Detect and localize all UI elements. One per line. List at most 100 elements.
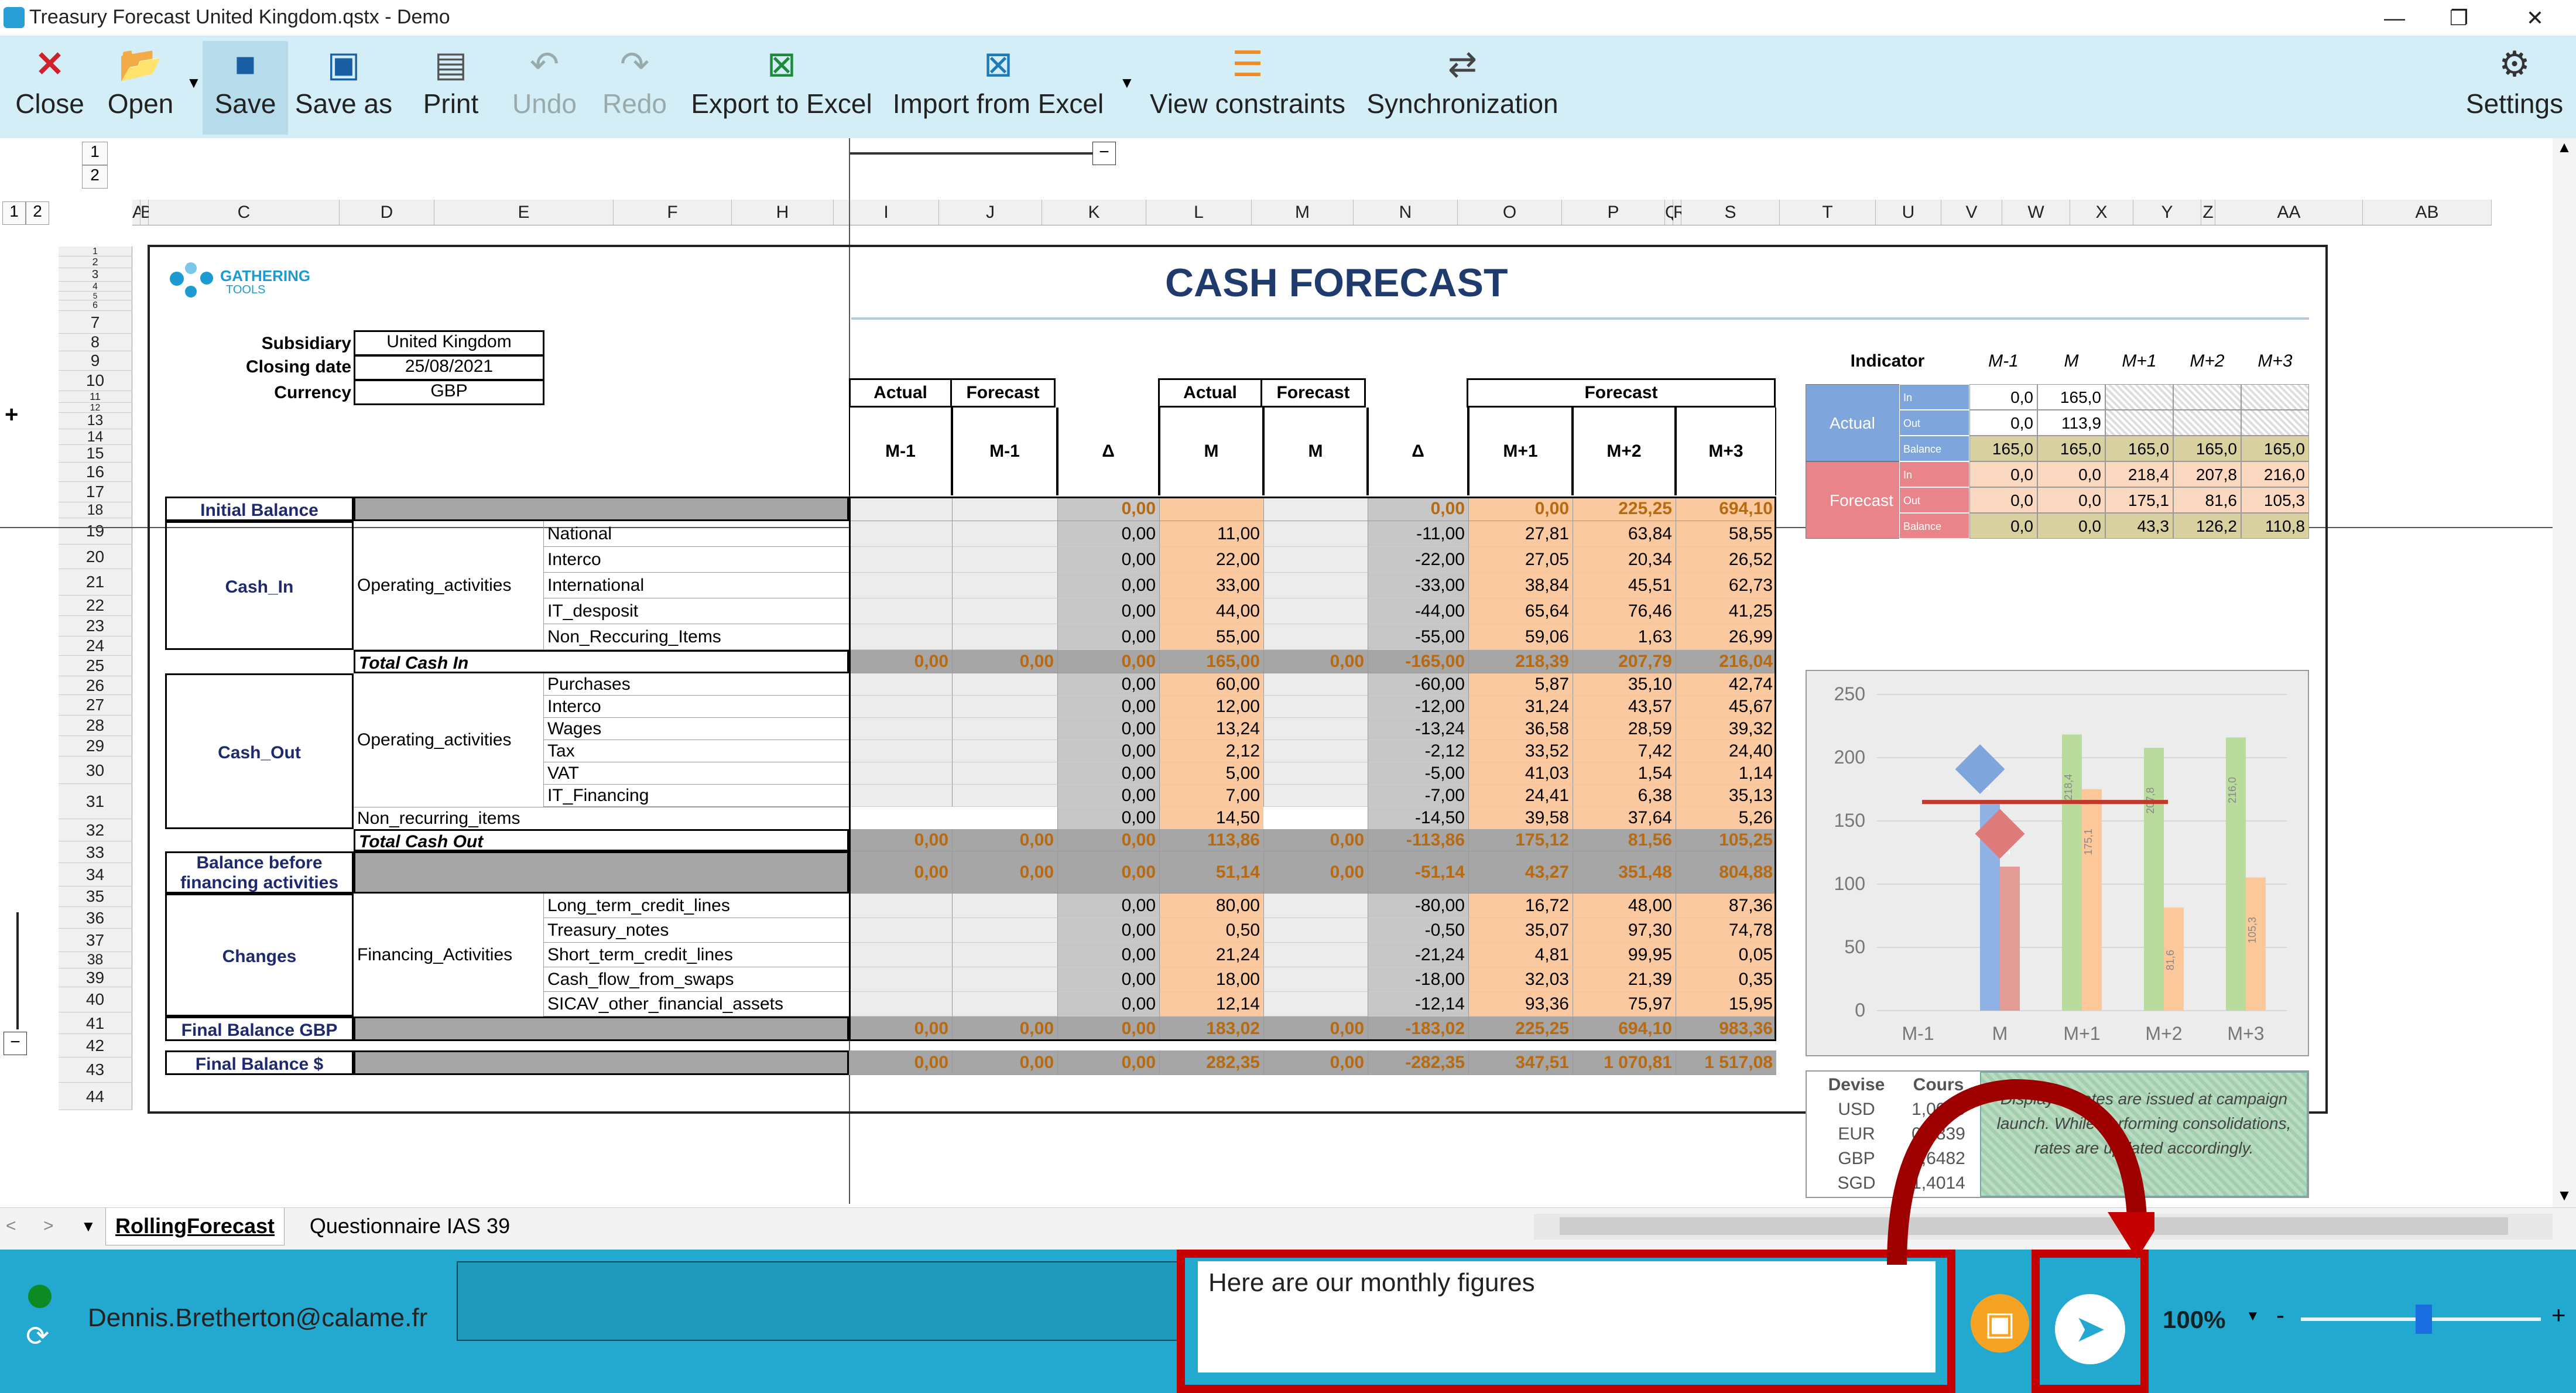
cash-in-4-K[interactable]: 55,00 [1159, 624, 1263, 650]
row-header-2[interactable]: 2 [59, 256, 132, 269]
row-header-18[interactable]: 18 [59, 502, 132, 519]
initial-balance-P[interactable]: 694,10 [1676, 497, 1776, 521]
redo-button[interactable]: ↷ Redo [594, 41, 676, 135]
export-excel-button[interactable]: ⊠ Export to Excel [685, 41, 878, 135]
row-header-33[interactable]: 33 [59, 841, 132, 864]
cash-in-1-I-empty[interactable] [952, 547, 1057, 573]
cash-out-5-K[interactable]: 7,00 [1159, 785, 1263, 807]
row-header-17[interactable]: 17 [59, 481, 132, 502]
zoom-level[interactable]: 100% [2163, 1306, 2225, 1334]
cash-in-4-P[interactable]: 26,99 [1676, 624, 1776, 650]
changes-0-H-empty[interactable] [849, 894, 952, 918]
initial-balance-O[interactable]: 225,25 [1573, 497, 1676, 521]
cash-in-1-M[interactable]: -22,00 [1368, 547, 1468, 573]
send-button[interactable]: ➤ [2055, 1294, 2125, 1364]
row-header-37[interactable]: 37 [59, 929, 132, 953]
non-recurring-P[interactable]: 5,26 [1676, 807, 1776, 829]
indicator-actual-balance-4[interactable]: 165,0 [2241, 436, 2309, 461]
outline-level-1[interactable]: 1 [82, 142, 108, 165]
vertical-scrollbar[interactable]: ▲ ▼ [2553, 138, 2576, 1207]
non-recurring-K[interactable]: 14,50 [1159, 807, 1263, 829]
cash-out-5-O[interactable]: 6,38 [1573, 785, 1676, 807]
changes-4-N[interactable]: 93,36 [1468, 992, 1573, 1016]
row-header-24[interactable]: 24 [59, 636, 132, 656]
cash-out-5-J[interactable]: 0,00 [1057, 785, 1159, 807]
final-gbp-N[interactable]: 225,25 [1468, 1016, 1573, 1041]
changes-3-L-empty[interactable] [1263, 967, 1368, 992]
total-in-P[interactable]: 216,04 [1676, 650, 1776, 673]
cash-out-3-I-empty[interactable] [952, 740, 1057, 762]
cash-out-3-N[interactable]: 33,52 [1468, 740, 1573, 762]
column-header-Y[interactable]: Y [2133, 200, 2201, 225]
cash-out-2-P[interactable]: 39,32 [1676, 718, 1776, 740]
cash-out-0-M[interactable]: -60,00 [1368, 673, 1468, 696]
cash-in-3-M[interactable]: -44,00 [1368, 598, 1468, 624]
cash-in-2-H-empty[interactable] [849, 573, 952, 598]
final-gbp-J[interactable]: 0,00 [1057, 1016, 1159, 1041]
changes-1-H-empty[interactable] [849, 918, 952, 943]
cash-out-2-L-empty[interactable] [1263, 718, 1368, 740]
tab-rollingforecast[interactable]: RollingForecast [105, 1208, 285, 1245]
indicator-forecast-balance-3[interactable]: 126,2 [2173, 513, 2241, 539]
cash-out-2-J[interactable]: 0,00 [1057, 718, 1159, 740]
open-dropdown-arrow[interactable]: ▼ [186, 74, 201, 92]
cash-out-1-H-empty[interactable] [849, 696, 952, 718]
indicator-forecast-out-2[interactable]: 175,1 [2105, 487, 2173, 513]
cash-out-5-P[interactable]: 35,13 [1676, 785, 1776, 807]
row-header-9[interactable]: 9 [59, 351, 132, 371]
balance-before-L[interactable]: 0,00 [1263, 851, 1368, 894]
view-constraints-button[interactable]: ☰ View constraints [1145, 41, 1350, 135]
cash-in-1-P[interactable]: 26,52 [1676, 547, 1776, 573]
cash-in-0-H-empty[interactable] [849, 521, 952, 547]
column-header-M[interactable]: M [1252, 200, 1354, 225]
changes-4-L-empty[interactable] [1263, 992, 1368, 1016]
row-header-12[interactable]: 12 [59, 402, 132, 413]
cash-in-2-M[interactable]: -33,00 [1368, 573, 1468, 598]
row-header-1[interactable]: 1 [59, 246, 132, 257]
changes-0-M[interactable]: -80,00 [1368, 894, 1468, 918]
outline-level-2[interactable]: 2 [82, 165, 108, 189]
changes-2-O[interactable]: 99,95 [1573, 943, 1676, 967]
total-out-N[interactable]: 175,12 [1468, 829, 1573, 851]
cash-in-3-O[interactable]: 76,46 [1573, 598, 1676, 624]
cash-in-4-J[interactable]: 0,00 [1057, 624, 1159, 650]
column-header-AA[interactable]: AA [2215, 200, 2363, 225]
column-header-U[interactable]: U [1876, 200, 1941, 225]
changes-3-J[interactable]: 0,00 [1057, 967, 1159, 992]
currency-field[interactable]: GBP [354, 379, 544, 405]
indicator-forecast-out-1[interactable]: 0,0 [2037, 487, 2105, 513]
row-header-15[interactable]: 15 [59, 444, 132, 463]
cash-out-4-I-empty[interactable] [952, 762, 1057, 785]
total-in-J[interactable]: 0,00 [1057, 650, 1159, 673]
final-usd-L[interactable]: 0,00 [1263, 1050, 1368, 1075]
cash-out-5-H-empty[interactable] [849, 785, 952, 807]
cash-in-1-O[interactable]: 20,34 [1573, 547, 1676, 573]
cash-out-1-J[interactable]: 0,00 [1057, 696, 1159, 718]
indicator-forecast-balance-2[interactable]: 43,3 [2105, 513, 2173, 539]
row-header-7[interactable]: 7 [59, 310, 132, 334]
changes-0-K[interactable]: 80,00 [1159, 894, 1263, 918]
changes-1-J[interactable]: 0,00 [1057, 918, 1159, 943]
print-button[interactable]: ▤ Print [410, 41, 492, 135]
balance-before-H[interactable]: 0,00 [849, 851, 952, 894]
cash-in-0-M[interactable]: -11,00 [1368, 521, 1468, 547]
changes-2-L-empty[interactable] [1263, 943, 1368, 967]
cash-in-2-K[interactable]: 33,00 [1159, 573, 1263, 598]
zoom-out-button[interactable]: - [2276, 1301, 2284, 1329]
final-gbp-P[interactable]: 983,36 [1676, 1016, 1776, 1041]
cash-in-1-N[interactable]: 27,05 [1468, 547, 1573, 573]
total-out-O[interactable]: 81,56 [1573, 829, 1676, 851]
cash-in-2-P[interactable]: 62,73 [1676, 573, 1776, 598]
indicator-actual-out-4[interactable] [2241, 410, 2309, 436]
scroll-up-arrow[interactable]: ▲ [2553, 138, 2576, 156]
cash-out-2-I-empty[interactable] [952, 718, 1057, 740]
row-header-39[interactable]: 39 [59, 968, 132, 988]
column-header-Q[interactable]: Q [1665, 200, 1678, 225]
balance-before-J[interactable]: 0,00 [1057, 851, 1159, 894]
cash-out-1-O[interactable]: 43,57 [1573, 696, 1676, 718]
cash-in-2-L-empty[interactable] [1263, 573, 1368, 598]
cash-out-2-N[interactable]: 36,58 [1468, 718, 1573, 740]
import-excel-button[interactable]: ⊠ Import from Excel [890, 41, 1107, 135]
row-header-19[interactable]: 19 [59, 518, 132, 545]
reply-field[interactable] [457, 1261, 1183, 1341]
